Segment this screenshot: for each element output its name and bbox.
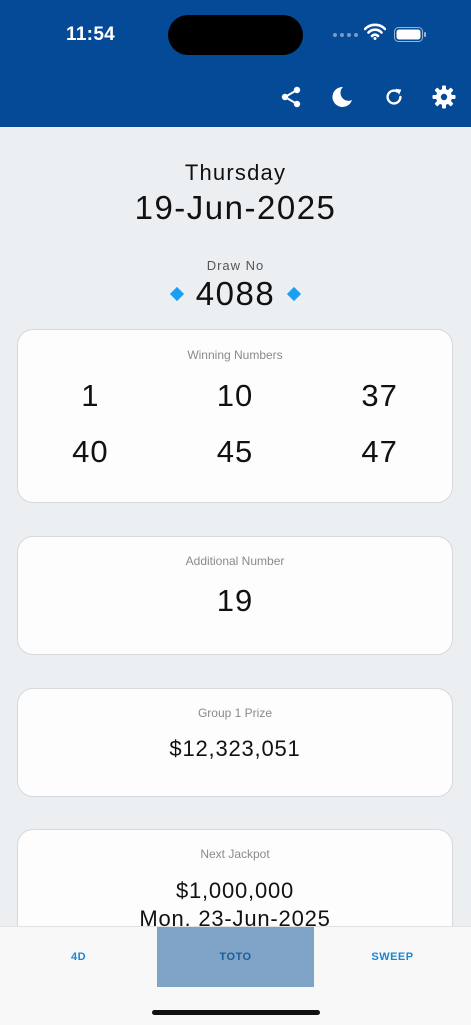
card-title: Group 1 Prize [197,706,273,720]
dynamic-island [168,15,303,55]
draw-day: Thursday [184,160,287,185]
draw-date: 19-Jun-2025 [134,189,337,226]
jackpot-amount: $1,000,000 [175,878,295,903]
tab-toto[interactable]: TOTO [157,927,314,987]
moon-icon[interactable] [328,83,356,111]
additional-number-card: Additional Number 19 [17,536,453,655]
draw-number-label: Draw No [206,258,265,273]
share-icon[interactable] [277,83,305,111]
tab-4d[interactable]: 4D [0,927,157,987]
card-title: Next Jackpot [200,847,270,861]
winning-number: 10 [216,378,254,413]
winning-number: 47 [361,434,398,469]
additional-number: 19 [216,583,254,618]
previous-draw-button[interactable] [169,286,184,302]
tab-sweep[interactable]: SWEEP [314,927,471,987]
winning-number: 1 [81,378,100,413]
app-header: 11:54 [0,0,471,127]
cellular-signal-icon [333,33,358,37]
group1-prize-card: Group 1 Prize $12,323,051 [17,688,453,797]
card-title: Additional Number [185,554,285,568]
draw-number-selector: 4088 [0,275,471,313]
draw-number: 4088 [195,275,276,312]
group1-prize-value: $12,323,051 [169,736,301,761]
status-time: 11:54 [66,24,116,45]
winning-number: 45 [216,434,254,469]
gear-icon[interactable] [430,83,458,111]
card-title: Winning Numbers [187,348,283,362]
winning-number: 37 [361,378,398,413]
home-indicator [152,1010,320,1015]
refresh-icon[interactable] [380,83,408,111]
battery-icon [394,27,427,47]
winning-numbers-grid: 1 10 37 40 45 47 [18,378,452,470]
winning-numbers-card: Winning Numbers 1 10 37 40 45 47 [17,329,453,503]
winning-number: 40 [72,434,109,469]
next-draw-button[interactable] [287,286,302,302]
wifi-icon [363,23,387,45]
